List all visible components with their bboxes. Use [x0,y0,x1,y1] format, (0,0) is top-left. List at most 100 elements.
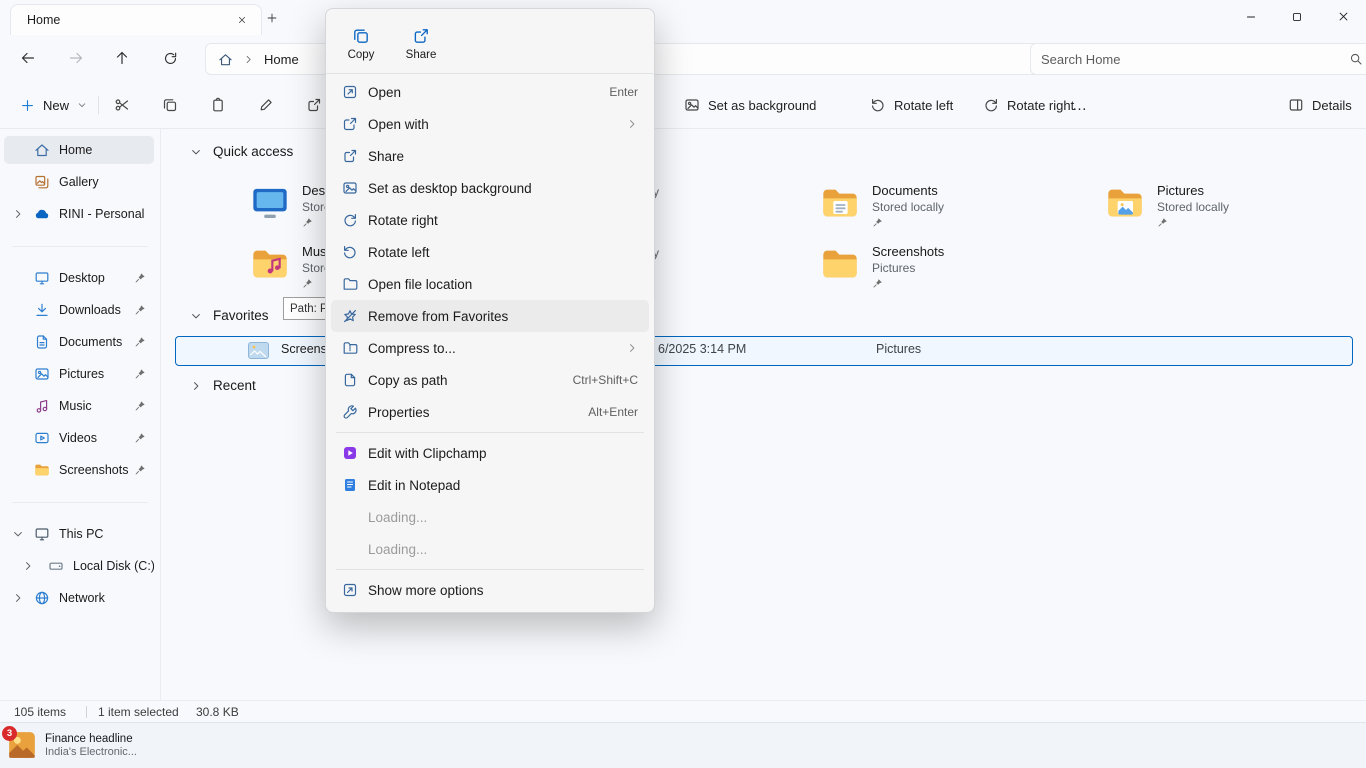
context-share-button[interactable]: Share [394,18,448,70]
sidebar-item-downloads[interactable]: Downloads [4,296,154,324]
back-button[interactable] [12,42,44,74]
chevron-down-icon [190,146,202,158]
refresh-icon [163,51,178,66]
menu-item-open[interactable]: Open Enter [331,76,649,108]
set-as-background-button[interactable]: Set as background [676,89,824,121]
menu-divider [336,432,644,433]
context-menu-quick-actions: Copy Share [326,15,654,74]
sidebar-item-this-pc[interactable]: This PC [4,520,154,548]
context-menu: Copy Share Open Enter Open with Share [325,8,655,613]
sidebar-item-desktop[interactable]: Desktop [4,264,154,292]
menu-item-properties[interactable]: Properties Alt+Enter [331,396,649,428]
section-quick-access[interactable]: Quick access [190,144,293,159]
sidebar-item-pictures[interactable]: Pictures [4,360,154,388]
widgets-button[interactable]: 3 Finance headline India's Electronic... [8,731,137,759]
section-recent[interactable]: Recent [190,378,256,393]
section-favorites[interactable]: Favorites [190,308,269,323]
sidebar-item-gallery[interactable]: Gallery [4,168,154,196]
tab-title: Home [27,13,60,27]
context-copy-button[interactable]: Copy [334,18,388,70]
sidebar-item-home[interactable]: Home [4,136,154,164]
menu-item-edit-with-clipchamp[interactable]: Edit with Clipchamp [331,437,649,469]
menu-item-compress-to[interactable]: Compress to... [331,332,649,364]
quick-access-tile-screenshots[interactable]: ScreenshotsPictures [820,242,1092,300]
music-note-icon [34,398,50,414]
details-button[interactable]: Details [1280,89,1360,121]
menu-item-open-file-location[interactable]: Open file location [331,268,649,300]
up-button[interactable] [106,42,138,74]
minimize-icon [1245,11,1257,23]
window-controls [1228,0,1366,33]
menu-item-rotate-left[interactable]: Rotate left [331,236,649,268]
explorer-tab-home[interactable]: Home [10,4,262,35]
rename-button[interactable] [249,89,283,121]
quick-access-label: Quick access [213,144,293,159]
network-globe-icon [34,590,50,606]
rotate-right-icon [983,97,999,113]
pin-icon [134,304,146,316]
rotate-left-button[interactable]: Rotate left [862,89,961,121]
share-icon [306,97,322,113]
sidebar-item-network[interactable]: Network [4,584,154,612]
minimize-button[interactable] [1228,0,1274,33]
copy-button[interactable] [153,89,187,121]
menu-item-edit-in-notepad[interactable]: Edit in Notepad [331,469,649,501]
search-box[interactable]: Search Home [1030,43,1366,75]
home-icon [218,52,233,67]
submenu-arrow-icon [626,118,638,130]
close-icon [237,15,247,25]
breadcrumb-home[interactable] [218,52,233,67]
chevron-right-icon[interactable] [12,592,24,604]
tab-close-button[interactable] [231,9,253,31]
new-tab-button[interactable] [261,7,283,29]
video-icon [34,430,50,446]
maximize-button[interactable] [1274,0,1320,33]
menu-item-rotate-right[interactable]: Rotate right [331,204,649,236]
navigation-bar: Home Search Home [0,34,1366,82]
sidebar-item-local-disk-c[interactable]: Local Disk (C:) [4,552,154,580]
more-options-button[interactable]: … [1064,89,1096,121]
new-button[interactable]: New [10,89,97,121]
close-window-button[interactable] [1320,0,1366,33]
sidebar-item-documents[interactable]: Documents [4,328,154,356]
menu-item-loading-1: Loading... [331,501,649,533]
item-count: 105 items [14,705,66,719]
document-icon [34,334,50,350]
forward-button[interactable] [60,42,92,74]
menu-item-remove-from-favorites[interactable]: Remove from Favorites [331,300,649,332]
command-toolbar: New Set as background Rotate left Rotate… [0,82,1366,129]
sidebar-divider [12,246,148,247]
sidebar-item-screenshots[interactable]: Screenshots [4,456,154,484]
cut-button[interactable] [105,89,139,121]
menu-item-copy-as-path[interactable]: Copy as path Ctrl+Shift+C [331,364,649,396]
refresh-button[interactable] [154,42,186,74]
chevron-down-icon [190,310,202,322]
context-menu-items: Open Enter Open with Share Set as deskto… [326,74,654,606]
quick-access-tile-pictures[interactable]: PicturesStored locally [1105,181,1366,239]
sidebar-item-onedrive[interactable]: RINI - Personal [4,200,154,228]
scissors-icon [114,97,130,113]
paste-button[interactable] [201,89,235,121]
menu-item-share[interactable]: Share [331,140,649,172]
menu-item-set-as-desktop-background[interactable]: Set as desktop background [331,172,649,204]
menu-item-open-with[interactable]: Open with [331,108,649,140]
rotate-left-icon [870,97,886,113]
selection-count: 1 item selected [98,705,179,719]
search-icon [1349,52,1363,66]
chevron-down-icon[interactable] [12,528,24,540]
sidebar-item-music[interactable]: Music [4,392,154,420]
rotate-left-icon [342,244,358,260]
breadcrumb-label[interactable]: Home [264,52,299,67]
menu-item-show-more-options[interactable]: Show more options [331,574,649,606]
pin-icon [302,217,313,228]
chevron-right-icon[interactable] [22,560,34,572]
chevron-right-icon[interactable] [12,208,24,220]
ellipsis-icon: … [1072,97,1088,114]
plus-icon [20,98,35,113]
rename-icon [258,97,274,113]
widget-subheadline: India's Electronic... [45,746,137,758]
quick-access-tile-documents[interactable]: DocumentsStored locally [820,181,1092,239]
pane-divider[interactable] [160,128,161,700]
pin-icon [872,217,883,228]
sidebar-item-videos[interactable]: Videos [4,424,154,452]
